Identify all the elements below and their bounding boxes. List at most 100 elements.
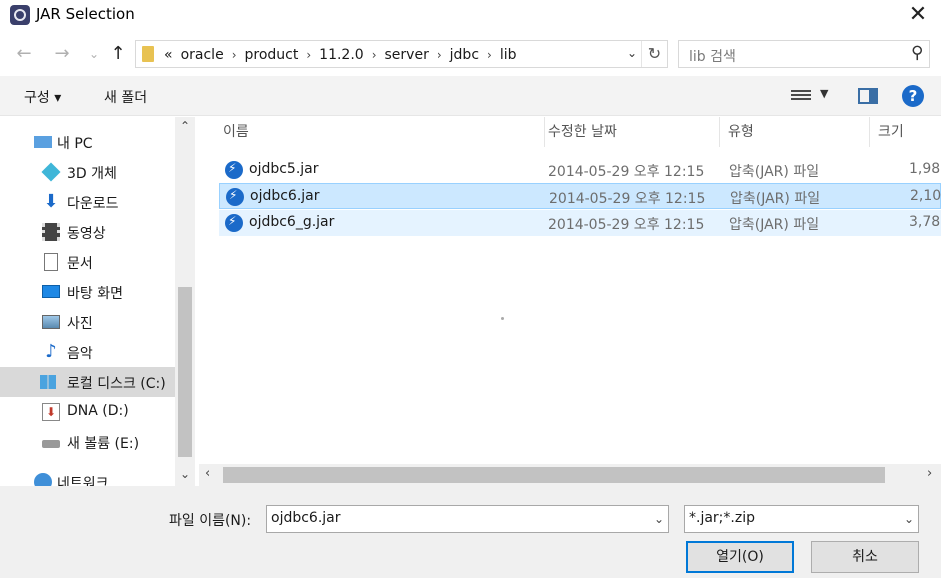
scroll-down-chevron-icon[interactable]: ⌄	[175, 467, 195, 481]
file-name: ojdbc6_g.jar	[249, 214, 335, 230]
music-icon: ♪	[45, 341, 57, 362]
jar-file-icon	[226, 188, 244, 206]
filename-dropdown-chevron-icon[interactable]: ⌄	[654, 512, 664, 526]
file-list-horizontal-scrollbar[interactable]: ‹ ›	[199, 464, 941, 486]
sidebar-item-label: 동영상	[67, 226, 106, 242]
document-icon	[44, 253, 58, 271]
sidebar-item-this-pc[interactable]: 내 PC	[0, 127, 175, 157]
search-input[interactable]: lib 검색	[689, 46, 736, 66]
dvd-drive-icon: ⬇	[42, 403, 60, 421]
sidebar-item-pictures[interactable]: 사진	[0, 307, 175, 337]
scrollbar-thumb[interactable]	[178, 287, 192, 457]
file-date: 2014-05-29 오후 12:15	[548, 164, 705, 180]
file-row[interactable]: ojdbc5.jar 2014-05-29 오후 12:15 압축(JAR) 파…	[219, 157, 941, 183]
back-arrow-icon[interactable]: ←	[12, 41, 36, 67]
up-arrow-icon[interactable]: ↑	[106, 41, 130, 67]
sidebar-item-3d-objects[interactable]: 3D 개체	[0, 157, 175, 187]
filetype-select[interactable]: *.jar;*.zip ⌄	[684, 505, 919, 533]
organize-button[interactable]: 구성 ▾	[24, 87, 61, 107]
file-row-selected[interactable]: ojdbc6.jar 2014-05-29 오후 12:15 압축(JAR) 파…	[219, 183, 941, 209]
refresh-icon[interactable]: ↻	[641, 41, 667, 67]
sidebar-item-label: 네트워크	[57, 476, 109, 486]
file-date: 2014-05-29 오후 12:15	[548, 217, 705, 233]
scroll-up-chevron-icon[interactable]: ⌃	[175, 119, 195, 133]
file-size: 1,983	[909, 161, 941, 177]
filename-input[interactable]	[271, 510, 641, 526]
chevron-right-icon[interactable]: ›	[232, 48, 237, 62]
chevron-right-icon[interactable]: ›	[306, 48, 311, 62]
app-icon	[10, 5, 30, 25]
address-dropdown-chevron-icon[interactable]: ⌄	[627, 46, 637, 60]
command-bar: 구성 ▾ 새 폴더 ▼ ?	[0, 76, 941, 116]
filetype-value: *.jar;*.zip	[689, 510, 755, 526]
forward-arrow-icon[interactable]: →	[50, 41, 74, 67]
sidebar-item-label: 바탕 화면	[67, 286, 123, 302]
jar-file-icon	[225, 214, 243, 232]
sidebar-item-label: 3D 개체	[67, 166, 117, 182]
sidebar-item-local-disk-c[interactable]: 로컬 디스크 (C:)	[0, 367, 175, 397]
navigation-bar: ← → ⌄ ↑ « oracle › product › 11.2.0 › se…	[0, 36, 941, 72]
windows-drive-icon	[40, 375, 56, 389]
sidebar-item-label: 새 볼륨 (E:)	[67, 436, 140, 452]
search-box[interactable]: lib 검색 ⚲	[678, 40, 930, 68]
preview-pane-icon[interactable]	[858, 88, 878, 104]
view-details-icon[interactable]	[791, 88, 811, 104]
scrollbar-thumb[interactable]	[223, 467, 885, 483]
sidebar-item-label: DNA (D:)	[67, 403, 129, 419]
video-icon	[42, 223, 60, 241]
filename-combobox[interactable]: ⌄	[266, 505, 669, 533]
cancel-button[interactable]: 취소	[811, 541, 919, 573]
folder-icon	[142, 46, 154, 62]
sidebar-item-downloads[interactable]: ⬇ 다운로드	[0, 187, 175, 217]
column-header-size[interactable]: 크기	[870, 117, 941, 147]
sidebar-item-desktop[interactable]: 바탕 화면	[0, 277, 175, 307]
sidebar-item-label: 내 PC	[57, 136, 93, 152]
breadcrumb-overflow[interactable]: «	[164, 47, 173, 63]
filetype-dropdown-chevron-icon[interactable]: ⌄	[904, 512, 914, 526]
sidebar-vertical-scrollbar[interactable]: ⌃ ⌄	[175, 117, 195, 486]
search-icon: ⚲	[910, 43, 923, 63]
file-type: 압축(JAR) 파일	[729, 164, 820, 180]
chevron-right-icon[interactable]: ›	[372, 48, 377, 62]
recent-locations-chevron-icon[interactable]: ⌄	[82, 41, 106, 67]
breadcrumb-server[interactable]: server	[385, 47, 429, 63]
sidebar-item-label: 로컬 디스크 (C:)	[67, 376, 166, 392]
file-type: 압축(JAR) 파일	[729, 217, 820, 233]
address-bar[interactable]: « oracle › product › 11.2.0 › server › j…	[135, 40, 668, 68]
navigation-pane: 내 PC 3D 개체 ⬇ 다운로드 동영상 문서 바탕 화면 사진 ♪ 음악 로…	[0, 117, 175, 486]
sidebar-item-label: 사진	[67, 316, 93, 332]
column-header-type[interactable]: 유형	[720, 117, 870, 147]
column-header-date[interactable]: 수정한 날짜	[540, 117, 720, 147]
breadcrumb-version[interactable]: 11.2.0	[319, 47, 364, 63]
file-size: 3,782	[909, 214, 941, 230]
sort-ascending-icon: ⌃	[370, 117, 381, 125]
sidebar-item-music[interactable]: ♪ 음악	[0, 337, 175, 367]
view-options-chevron-icon[interactable]: ▼	[820, 87, 828, 100]
chevron-right-icon[interactable]: ›	[437, 48, 442, 62]
sidebar-item-videos[interactable]: 동영상	[0, 217, 175, 247]
breadcrumb-lib[interactable]: lib	[500, 47, 517, 63]
chevron-right-icon[interactable]: ›	[487, 48, 492, 62]
breadcrumb-oracle[interactable]: oracle	[181, 47, 224, 63]
breadcrumb-product[interactable]: product	[245, 47, 299, 63]
sidebar-item-new-volume-e[interactable]: 새 볼륨 (E:)	[0, 427, 175, 457]
close-button[interactable]: ✕	[903, 2, 933, 28]
open-button[interactable]: 열기(O)	[686, 541, 794, 573]
file-type: 압축(JAR) 파일	[730, 191, 821, 207]
jar-file-icon	[225, 161, 243, 179]
new-folder-button[interactable]: 새 폴더	[104, 87, 147, 107]
cube-icon	[41, 162, 61, 182]
sidebar-item-documents[interactable]: 문서	[0, 247, 175, 277]
drive-icon	[42, 440, 60, 448]
sidebar-item-network[interactable]: 네트워크	[0, 467, 175, 486]
scroll-left-chevron-icon[interactable]: ‹	[205, 466, 210, 481]
file-date: 2014-05-29 오후 12:15	[549, 191, 706, 207]
help-icon[interactable]: ?	[902, 85, 924, 107]
scroll-right-chevron-icon[interactable]: ›	[927, 466, 932, 481]
breadcrumb-jdbc[interactable]: jdbc	[450, 47, 479, 63]
sidebar-item-dna-d[interactable]: ⬇ DNA (D:)	[0, 397, 175, 427]
breadcrumb: « oracle › product › 11.2.0 › server › j…	[164, 45, 525, 65]
pc-icon	[34, 136, 52, 148]
download-icon: ⬇	[43, 191, 59, 212]
file-row[interactable]: ojdbc6_g.jar 2014-05-29 오후 12:15 압축(JAR)…	[219, 210, 941, 236]
